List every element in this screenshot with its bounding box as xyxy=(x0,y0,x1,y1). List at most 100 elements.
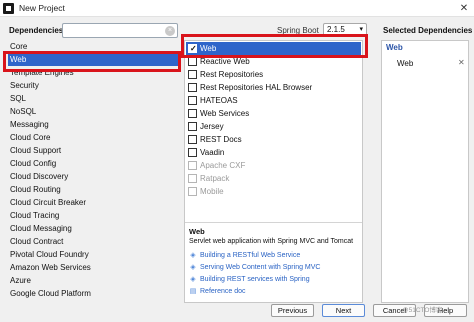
category-item[interactable]: Amazon Web Services xyxy=(8,261,178,274)
category-item[interactable]: Cloud Core xyxy=(8,131,178,144)
dependency-item-label: Ratpack xyxy=(200,174,230,183)
guide-link[interactable]: ▤ Reference doc xyxy=(189,286,246,297)
dependency-item[interactable]: Rest Repositories HAL Browser xyxy=(186,81,361,94)
dependency-checkbox[interactable] xyxy=(188,57,197,66)
dependency-checkbox[interactable] xyxy=(188,83,197,92)
guide-icon: ◈ xyxy=(190,276,196,283)
clear-search-icon[interactable]: × xyxy=(165,26,175,36)
highlight-box-web-dependency xyxy=(181,34,368,58)
dependency-item-label: Vaadin xyxy=(200,148,225,157)
dependency-item-label: Apache CXF xyxy=(200,161,246,170)
dependency-item-label: Mobile xyxy=(200,187,224,196)
category-list[interactable]: Core Web Template Engines Security SQL NoSQL M… xyxy=(8,40,178,302)
category-item[interactable]: Cloud Circuit Breaker xyxy=(8,196,178,209)
category-item[interactable]: Cloud Tracing xyxy=(8,209,178,222)
dependency-checkbox[interactable] xyxy=(188,122,197,131)
doc-icon: ▤ xyxy=(189,288,197,295)
guide-link[interactable]: ◈ Building REST services with Spring xyxy=(189,274,310,285)
guide-link-label: Building REST services with Spring xyxy=(200,276,310,283)
dependency-item-label: HATEOAS xyxy=(200,96,238,105)
category-item[interactable]: SQL xyxy=(8,92,178,105)
dependency-checkbox[interactable] xyxy=(188,148,197,157)
guide-link[interactable]: ◈ Building a RESTful Web Service xyxy=(189,250,300,261)
dependency-item-label: REST Docs xyxy=(200,135,242,144)
category-item-label: Cloud Messaging xyxy=(10,224,72,233)
category-item-label: Cloud Discovery xyxy=(10,172,69,181)
dependency-item[interactable]: Rest Repositories xyxy=(186,68,361,81)
selected-group-label: Web xyxy=(386,43,403,52)
guide-link-label: Serving Web Content with Spring MVC xyxy=(200,264,321,271)
guide-link[interactable]: ◈ Serving Web Content with Spring MVC xyxy=(189,262,320,273)
category-item[interactable]: NoSQL xyxy=(8,105,178,118)
description-text: Servlet web application with Spring MVC … xyxy=(189,238,354,245)
window-title: New Project xyxy=(19,3,65,13)
close-window-button[interactable]: ✕ xyxy=(457,2,471,15)
dependency-checkbox xyxy=(188,187,197,196)
dependency-item-label: Rest Repositories HAL Browser xyxy=(200,83,313,92)
dependency-checkbox[interactable] xyxy=(188,96,197,105)
previous-button[interactable]: Previous xyxy=(271,304,314,317)
category-item[interactable]: Messaging xyxy=(8,118,178,131)
dependency-item: Ratpack xyxy=(186,172,361,185)
remove-dependency-icon[interactable]: ✕ xyxy=(458,58,465,67)
category-item-label: Azure xyxy=(10,276,31,285)
dependency-item-label: Rest Repositories xyxy=(200,70,264,79)
selected-dependencies-panel xyxy=(381,40,469,303)
dependency-checkbox xyxy=(188,161,197,170)
dependency-search-input[interactable]: × xyxy=(62,23,178,38)
dependency-item[interactable]: REST Docs xyxy=(186,133,361,146)
dependency-item[interactable]: HATEOAS xyxy=(186,94,361,107)
dependency-item-label: Jersey xyxy=(200,122,224,131)
category-item[interactable]: Cloud Messaging xyxy=(8,222,178,235)
dependencies-heading: Dependencies xyxy=(9,26,64,35)
dependency-checkbox[interactable] xyxy=(188,70,197,79)
category-item-label: Core xyxy=(10,42,28,51)
category-item-label: Messaging xyxy=(10,120,49,129)
description-divider xyxy=(185,222,362,223)
category-item-label: Google Cloud Platform xyxy=(10,289,91,298)
category-item-label: Cloud Core xyxy=(10,133,51,142)
dependency-item[interactable]: Web Services xyxy=(186,107,361,120)
dependency-item: Apache CXF xyxy=(186,159,361,172)
category-item[interactable]: Security xyxy=(8,79,178,92)
dependency-checkbox[interactable] xyxy=(188,135,197,144)
category-item-label: SQL xyxy=(10,94,27,103)
dependency-item-label: Web Services xyxy=(200,109,250,118)
category-item[interactable]: Cloud Config xyxy=(8,157,178,170)
category-item-label: Cloud Contract xyxy=(10,237,64,246)
selected-dependencies-heading: Selected Dependencies xyxy=(383,26,473,35)
dependency-checkbox xyxy=(188,174,197,183)
highlight-box-web-category xyxy=(3,51,181,72)
watermark: @51CTO博客 xyxy=(402,307,443,314)
category-item[interactable]: Pivotal Cloud Foundry xyxy=(8,248,178,261)
category-item[interactable]: Azure xyxy=(8,274,178,287)
dependency-item[interactable]: Vaadin xyxy=(186,146,361,159)
category-item-label: Cloud Config xyxy=(10,159,57,168)
category-item-label: Cloud Support xyxy=(10,146,62,155)
guide-link-label: Reference doc xyxy=(200,288,246,295)
guide-link-label: Building a RESTful Web Service xyxy=(200,252,301,259)
spring-boot-version-value: 2.1.5 xyxy=(327,25,345,34)
category-item-label: NoSQL xyxy=(10,107,37,116)
next-button[interactable]: Next xyxy=(322,304,365,317)
dependency-checkbox[interactable] xyxy=(188,109,197,118)
category-item-label: Cloud Routing xyxy=(10,185,61,194)
guide-icon: ◈ xyxy=(190,264,196,271)
category-item[interactable]: Cloud Contract xyxy=(8,235,178,248)
intellij-app-icon xyxy=(3,3,14,14)
category-item-label: Cloud Circuit Breaker xyxy=(10,198,87,207)
category-item-label: Cloud Tracing xyxy=(10,211,60,220)
title-bar xyxy=(0,0,474,17)
dependency-item: Mobile xyxy=(186,185,361,198)
selected-dependency-item: Web xyxy=(397,59,414,68)
category-item[interactable]: Cloud Discovery xyxy=(8,170,178,183)
dependency-item[interactable]: Jersey xyxy=(186,120,361,133)
category-item-label: Amazon Web Services xyxy=(10,263,91,272)
description-title: Web xyxy=(189,227,205,236)
category-item-label: Security xyxy=(10,81,39,90)
guide-icon: ◈ xyxy=(190,252,196,259)
category-item[interactable]: Cloud Support xyxy=(8,144,178,157)
category-item[interactable]: Cloud Routing xyxy=(8,183,178,196)
category-item[interactable]: Google Cloud Platform xyxy=(8,287,178,300)
category-item-label: Pivotal Cloud Foundry xyxy=(10,250,89,259)
